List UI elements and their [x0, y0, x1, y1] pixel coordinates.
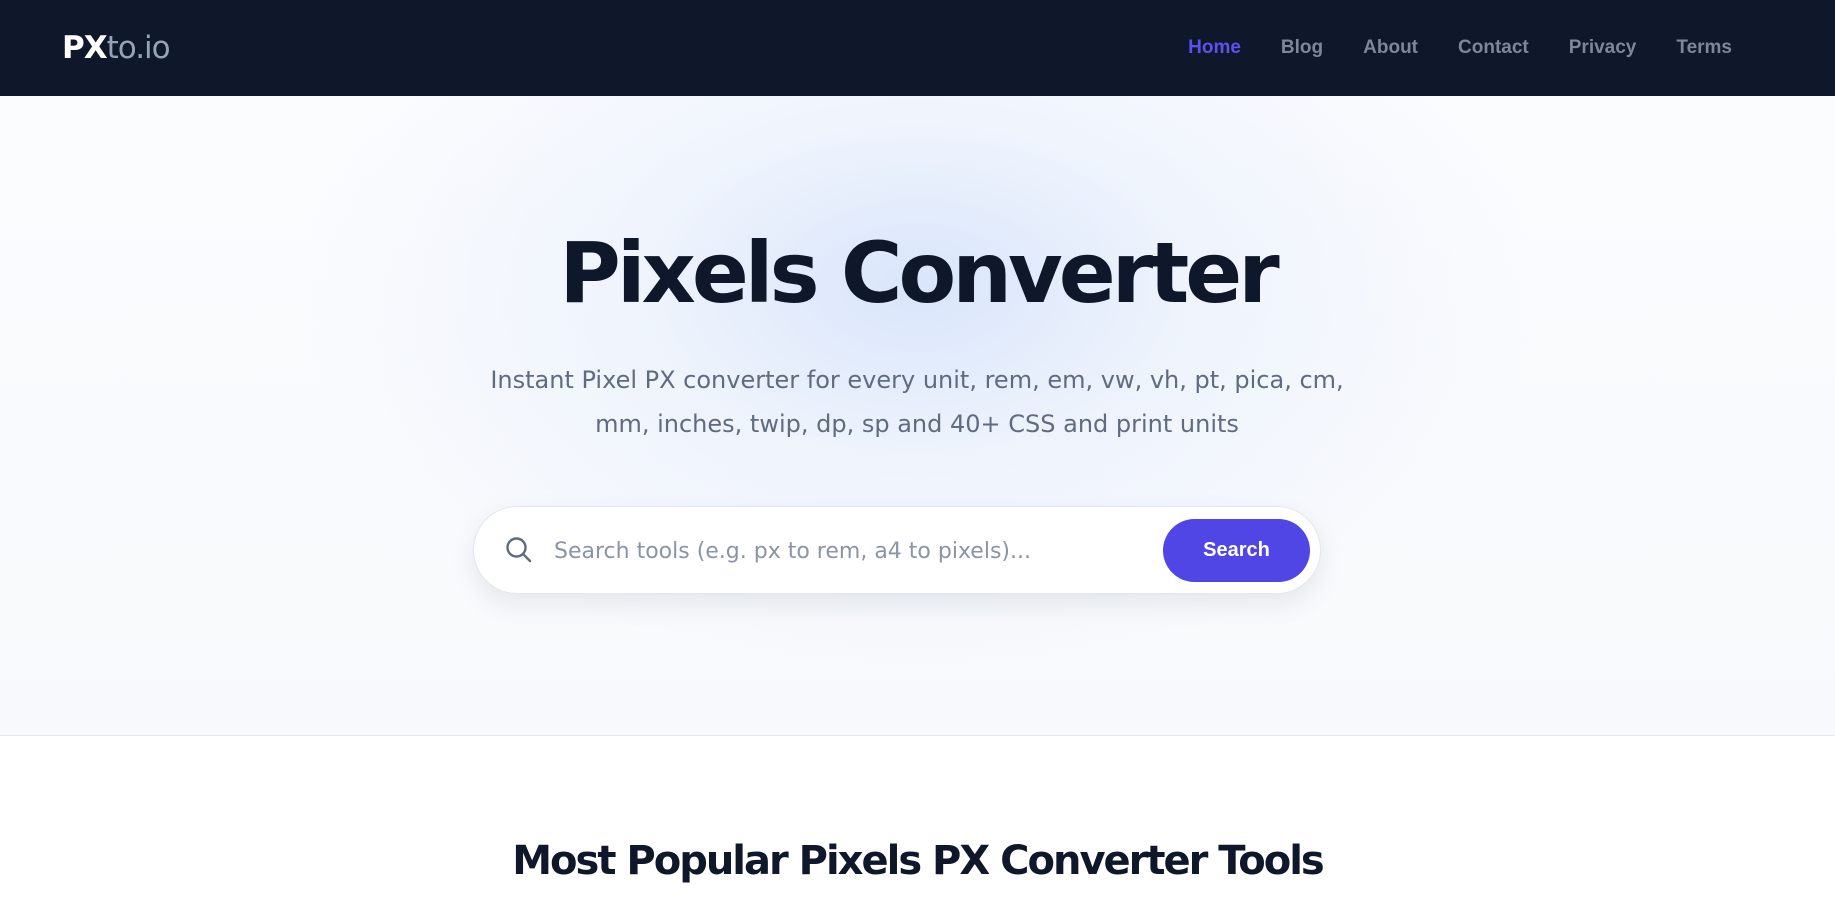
- popular-tools-heading: Most Popular Pixels PX Converter Tools: [512, 838, 1324, 884]
- nav-link-contact[interactable]: Contact: [1458, 37, 1529, 59]
- main-nav: Home Blog About Contact Privacy Terms: [1188, 0, 1732, 96]
- logo-text-strong: PX: [62, 30, 108, 66]
- nav-link-terms[interactable]: Terms: [1676, 37, 1732, 59]
- search-icon: [504, 535, 534, 565]
- search-input[interactable]: [552, 525, 1112, 577]
- top-navigation-bar: PXto.io Home Blog About Contact Privacy …: [0, 0, 1835, 96]
- hero-section: Pixels Converter Instant Pixel PX conver…: [0, 96, 1835, 736]
- nav-link-blog[interactable]: Blog: [1281, 37, 1323, 59]
- hero-subtitle: Instant Pixel PX converter for every uni…: [490, 366, 1344, 438]
- logo-text-light: to.io: [106, 30, 171, 66]
- search-bar: Search: [473, 506, 1321, 594]
- nav-link-home[interactable]: Home: [1188, 37, 1241, 59]
- nav-link-privacy[interactable]: Privacy: [1569, 37, 1637, 59]
- search-button[interactable]: Search: [1163, 519, 1310, 582]
- page-title: Pixels Converter: [559, 224, 1279, 322]
- nav-link-about[interactable]: About: [1363, 37, 1418, 59]
- site-logo[interactable]: PXto.io: [62, 28, 171, 68]
